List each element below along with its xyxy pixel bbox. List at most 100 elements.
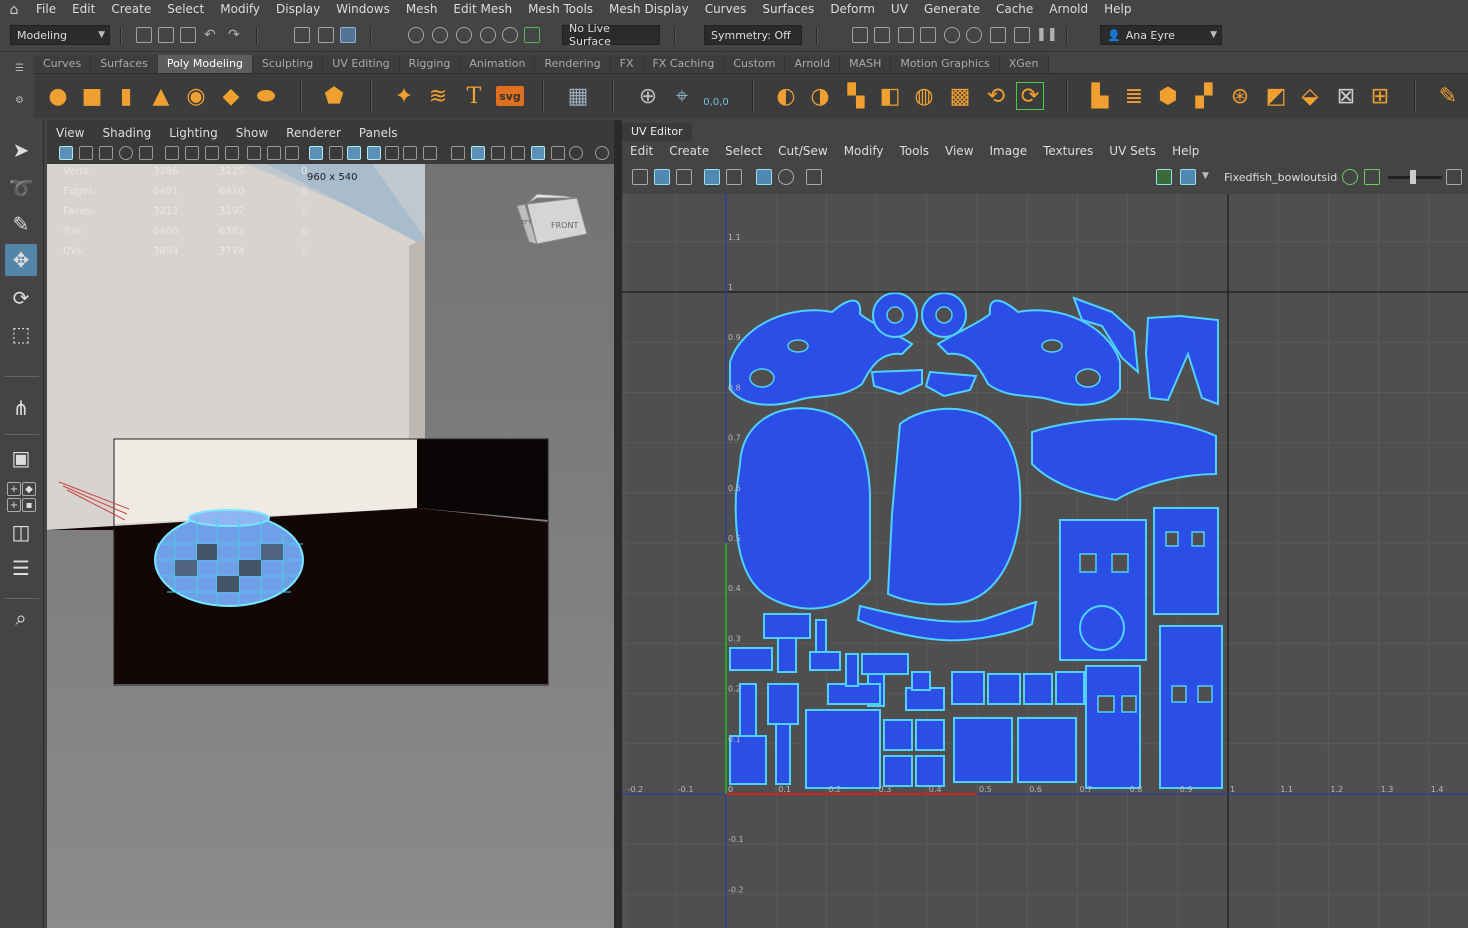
multi-cut-icon[interactable]: ⊛ <box>1226 82 1254 110</box>
uv-toolkit-icon[interactable] <box>632 169 648 185</box>
search-icon[interactable]: ⌕ <box>5 602 37 634</box>
outliner-icon[interactable]: ☰ <box>5 552 37 584</box>
combine-icon[interactable]: ◐ <box>772 82 800 110</box>
extract-icon[interactable]: ▚ <box>842 82 870 110</box>
pause-icon[interactable]: ❚❚ <box>1036 27 1058 43</box>
move-tool-icon[interactable]: ✥ <box>5 244 37 276</box>
menu-curves[interactable]: Curves <box>697 0 755 19</box>
bevel-edge-icon[interactable]: ▞ <box>1190 82 1218 110</box>
shelf-tab-xgen[interactable]: XGen <box>999 55 1049 73</box>
field-chart-toggle-icon[interactable] <box>385 146 399 160</box>
shelf-tab-poly-modeling[interactable]: Poly Modeling <box>157 55 253 73</box>
render-settings-icon[interactable] <box>920 27 936 43</box>
reduce-icon[interactable]: ⟲ <box>982 82 1010 110</box>
film-gate-toggle-icon[interactable] <box>329 146 343 160</box>
safe-action-toggle-icon[interactable] <box>403 146 417 160</box>
poly-cone-icon[interactable]: ▲ <box>147 82 175 110</box>
resolution-gate-toggle-icon[interactable] <box>347 146 361 160</box>
pan-zoom-icon[interactable] <box>285 146 299 160</box>
uv-set-options-icon[interactable] <box>1342 169 1358 185</box>
boolean-icon[interactable]: ◍ <box>910 82 938 110</box>
safe-title-toggle-icon[interactable] <box>423 146 437 160</box>
snap-curve-icon[interactable] <box>432 27 448 43</box>
poly-torus-icon[interactable]: ◉ <box>182 82 210 110</box>
uv-image-icon[interactable] <box>1364 169 1380 185</box>
select-tool-icon[interactable]: ➤ <box>5 134 37 166</box>
lasso-tool-icon[interactable]: ➰ <box>5 172 37 204</box>
insert-edge-loop-icon[interactable]: ⊞ <box>1366 82 1394 110</box>
viewport-menu-lighting[interactable]: Lighting <box>160 126 227 142</box>
shelf-tab-mash[interactable]: MASH <box>840 55 892 73</box>
shelf-tab-animation[interactable]: Animation <box>460 55 536 73</box>
viewport-menu-shading[interactable]: Shading <box>93 126 160 142</box>
resolution-gate-icon[interactable] <box>185 146 199 160</box>
uv-menu-cut-sew[interactable]: Cut/Sew <box>770 142 836 160</box>
light-editor-icon[interactable] <box>990 27 1006 43</box>
last-tool-icon[interactable]: ⋔ <box>5 392 37 424</box>
smooth-icon[interactable]: ▩ <box>946 82 974 110</box>
menu-mesh[interactable]: Mesh <box>398 0 446 19</box>
safe-action-icon[interactable] <box>247 146 261 160</box>
snap-live-icon[interactable] <box>524 27 540 43</box>
menu-create[interactable]: Create <box>103 0 159 19</box>
graph-layout-icon[interactable]: ▪ <box>22 498 36 512</box>
uv-checkered-icon[interactable] <box>1180 169 1196 185</box>
menu-select[interactable]: Select <box>159 0 212 19</box>
shelf-tab-surfaces[interactable]: Surfaces <box>91 55 158 73</box>
uv-set-name[interactable]: Fixedfish_bowloutside <box>1224 171 1338 184</box>
uv-menu-tools[interactable]: Tools <box>891 142 937 160</box>
gate-mask-toggle-icon[interactable] <box>367 146 381 160</box>
uv-shaded-icon[interactable] <box>654 169 670 185</box>
uv-editor-tab[interactable]: UV Editor <box>622 123 692 141</box>
shelf-tab-fx[interactable]: FX <box>610 55 644 73</box>
select-object-icon[interactable] <box>318 27 334 43</box>
uv-snapshot-icon[interactable] <box>806 169 822 185</box>
uv-texture-borders-icon[interactable] <box>704 169 720 185</box>
shelf-tab-custom[interactable]: Custom <box>724 55 786 73</box>
wireframe-icon[interactable] <box>451 146 465 160</box>
new-scene-icon[interactable] <box>136 27 152 43</box>
hypershade-icon[interactable] <box>944 27 960 43</box>
remesh-icon[interactable]: ⟳ <box>1016 82 1044 110</box>
snap-surface-icon[interactable] <box>502 27 518 43</box>
perspective-viewport[interactable]: FRONT LEFT 960 x 540 Verts: 3286 3225 0 … <box>47 164 614 928</box>
uv-pixel-snap-icon[interactable] <box>778 169 794 185</box>
viewport-menu-panels[interactable]: Panels <box>350 126 407 142</box>
scale-tool-icon[interactable]: ⬚ <box>5 318 37 350</box>
camera-attributes-icon[interactable] <box>79 146 93 160</box>
uv-menu-uv-sets[interactable]: UV Sets <box>1101 142 1164 160</box>
ambient-occlusion-icon[interactable] <box>595 146 609 160</box>
uv-menu-modify[interactable]: Modify <box>836 142 892 160</box>
sweep-mesh-icon[interactable]: ≋ <box>424 82 452 110</box>
uv-slider-knob[interactable] <box>1410 170 1416 184</box>
viewport-menu-view[interactable]: View <box>47 126 93 142</box>
snap-point-icon[interactable] <box>456 27 472 43</box>
type-tool-icon[interactable]: T <box>460 82 488 110</box>
shelf-tab-motion-graphics[interactable]: Motion Graphics <box>891 55 1000 73</box>
uv-exposure-slider[interactable] <box>1388 170 1442 184</box>
four-view-layout-icon[interactable]: + <box>7 482 21 496</box>
uv-menu-select[interactable]: Select <box>717 142 770 160</box>
uv-menu-edit[interactable]: Edit <box>622 142 661 160</box>
shelf-menu-icon[interactable]: ☰ <box>15 63 24 74</box>
field-chart-icon[interactable] <box>225 146 239 160</box>
menu-help[interactable]: Help <box>1096 0 1139 19</box>
poly-plane-icon[interactable]: ◆ <box>217 82 245 110</box>
freeze-transform-icon[interactable]: ⌖ <box>668 82 696 110</box>
svg-tool-icon[interactable]: svg <box>496 86 524 106</box>
viewport-menu-show[interactable]: Show <box>227 126 277 142</box>
select-component-icon[interactable] <box>340 27 356 43</box>
smooth-shade-icon[interactable] <box>471 146 485 160</box>
shelf-tab-fx-caching[interactable]: FX Caching <box>643 55 725 73</box>
connect-icon[interactable]: ⬙ <box>1296 82 1324 110</box>
outliner-layout-icon[interactable]: ◆ <box>22 482 36 496</box>
undo-icon[interactable]: ↶ <box>204 27 220 43</box>
select-camera-icon[interactable] <box>59 146 73 160</box>
symmetry-dropdown[interactable]: Symmetry: Off <box>704 25 802 45</box>
platonic-solid-icon[interactable]: ⬟ <box>320 82 348 110</box>
uv-canvas[interactable]: -0.2 -0.1 0 0.1 0.2 0.3 0.4 0.5 0.6 0.7 0.8 0.9 1 1.1… <box>622 194 1468 928</box>
center-pivot-icon[interactable]: ⊕ <box>634 82 662 110</box>
bridge-icon[interactable]: ≣ <box>1120 82 1148 110</box>
home-icon[interactable]: ⌂ <box>0 0 28 19</box>
separate-icon[interactable]: ◑ <box>806 82 834 110</box>
